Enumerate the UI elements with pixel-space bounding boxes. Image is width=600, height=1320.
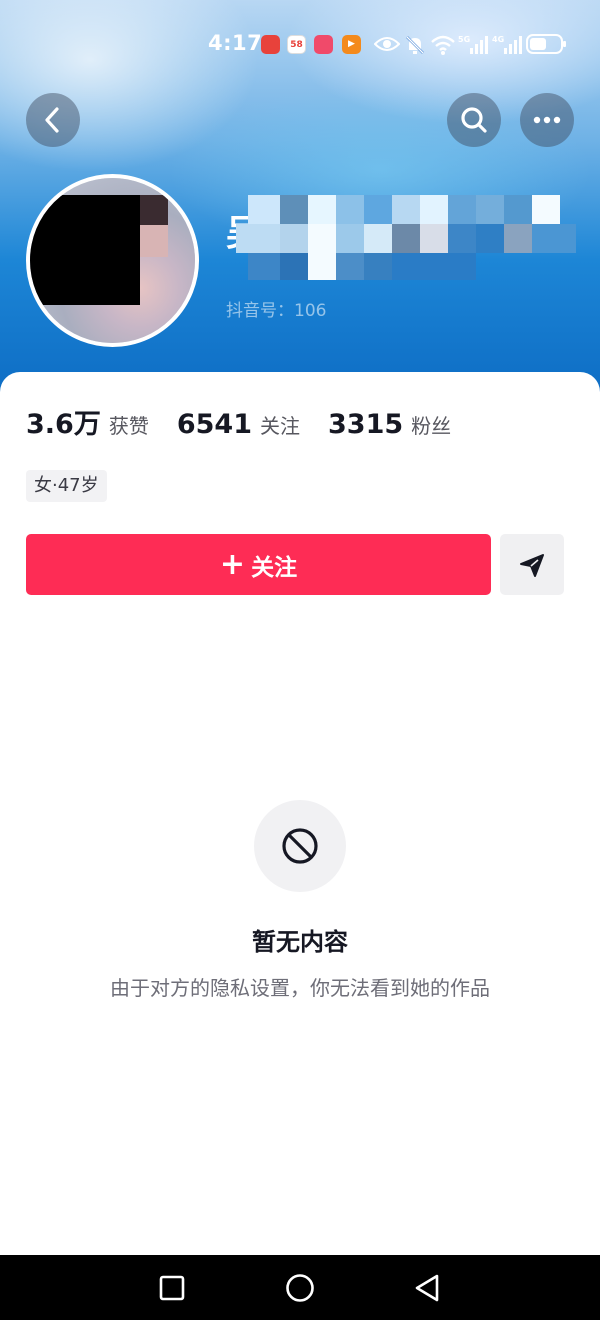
likes-count: 3.6万 xyxy=(26,409,101,440)
back-button[interactable] xyxy=(26,93,80,147)
followers-count[interactable]: 3315 xyxy=(328,409,403,440)
avatar-redaction xyxy=(30,195,140,305)
avatar-redaction-3 xyxy=(140,225,168,257)
avatar-redaction-2 xyxy=(140,195,168,225)
nickname-mosaic xyxy=(236,195,576,283)
svg-text:4G: 4G xyxy=(492,35,504,44)
eye-icon xyxy=(374,37,400,51)
no-entry-icon xyxy=(282,828,318,864)
status-time: 4:17 xyxy=(208,31,263,55)
status-app-icon-4: ▶ xyxy=(342,35,361,54)
battery-icon xyxy=(526,34,566,54)
following-label[interactable]: 关注 xyxy=(260,410,300,439)
search-icon xyxy=(461,107,487,133)
empty-state-icon-wrap xyxy=(254,800,346,892)
douyin-id: 抖音号：106 xyxy=(226,301,327,321)
wifi-icon xyxy=(431,35,455,55)
send-icon xyxy=(520,554,544,577)
empty-state-description: 由于对方的隐私设置，你无法看到她的作品 xyxy=(110,976,490,1000)
signal-4g-icon: 4G xyxy=(492,35,522,54)
follow-button[interactable]: + 关注 xyxy=(26,534,491,595)
avatar[interactable] xyxy=(26,174,199,347)
circle-icon[interactable] xyxy=(284,1272,316,1304)
status-app-icon-2: 58 xyxy=(287,35,306,54)
bell-off-icon xyxy=(406,36,424,54)
status-app-icon-1 xyxy=(261,35,280,54)
follow-label: 关注 xyxy=(251,554,298,581)
status-bar: 4:17 58 ▶ 5G 4G xyxy=(0,28,600,62)
status-app-icon-3 xyxy=(314,35,333,54)
send-message-button[interactable] xyxy=(500,534,564,595)
svg-text:5G: 5G xyxy=(458,35,470,44)
triangle-back-icon[interactable] xyxy=(412,1272,442,1304)
navigation-bar xyxy=(0,1255,600,1320)
chevron-left-icon xyxy=(45,107,59,133)
profile-screen: 4:17 58 ▶ 5G 4G 吴 xyxy=(0,0,600,1255)
square-icon[interactable] xyxy=(158,1274,186,1302)
plus-icon: + xyxy=(219,546,246,582)
followers-label[interactable]: 粉丝 xyxy=(411,410,451,439)
more-button[interactable] xyxy=(520,93,574,147)
empty-state-title: 暂无内容 xyxy=(252,928,348,956)
likes-label: 获赞 xyxy=(108,414,149,438)
following-count[interactable]: 6541 xyxy=(177,409,252,440)
more-horizontal-icon xyxy=(533,116,561,124)
search-button[interactable] xyxy=(447,93,501,147)
content-card: 3.6万 获赞 6541 关注 3315 粉丝 女·47岁 + 关注 暂无内容 … xyxy=(0,372,600,1255)
gender-age-tag: 女·47岁 xyxy=(26,470,107,502)
signal-5g-icon: 5G xyxy=(458,35,488,54)
stats-row: 3.6万 获赞 6541 关注 3315 粉丝 xyxy=(26,402,479,442)
